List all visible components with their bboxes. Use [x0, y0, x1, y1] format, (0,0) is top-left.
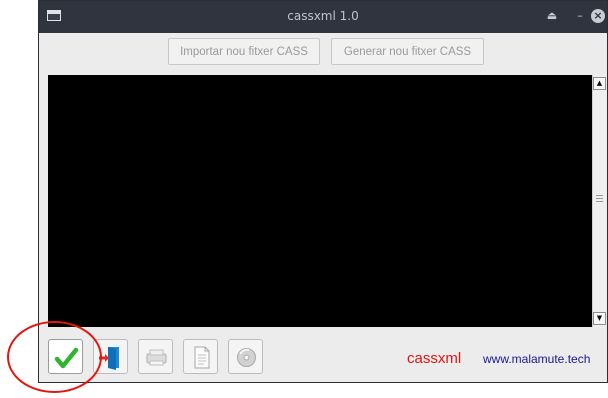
document-icon	[194, 346, 210, 369]
import-cass-file-button[interactable]: Importar nou fitxer CASS	[168, 38, 320, 65]
close-button[interactable]: ×	[591, 9, 605, 23]
app-window: cassxml 1.0 ⏏ – × Importar nou fitxer CA…	[38, 0, 608, 383]
disc-button[interactable]	[228, 339, 263, 374]
website-link[interactable]: www.malamute.tech	[483, 352, 590, 366]
title-bar[interactable]: cassxml 1.0 ⏏ – ×	[39, 1, 607, 33]
eject-icon[interactable]: ⏏	[544, 8, 560, 24]
vertical-scrollbar[interactable]: ▲ ▼	[592, 75, 606, 327]
generate-cass-file-button[interactable]: Generar nou fitxer CASS	[331, 38, 484, 65]
output-console[interactable]	[48, 75, 592, 327]
disc-icon	[237, 348, 256, 367]
scroll-up-arrow[interactable]: ▲	[593, 77, 606, 90]
print-button[interactable]	[138, 339, 173, 374]
document-button[interactable]	[183, 339, 218, 374]
printer-icon	[146, 349, 167, 366]
minimize-button[interactable]: –	[572, 8, 588, 24]
app-brand-label: cassxml	[407, 350, 462, 367]
window-title: cassxml 1.0	[287, 9, 359, 23]
red-annotation-circle	[7, 321, 102, 393]
scroll-down-arrow[interactable]: ▼	[593, 312, 606, 325]
scroll-grip[interactable]	[596, 195, 603, 204]
